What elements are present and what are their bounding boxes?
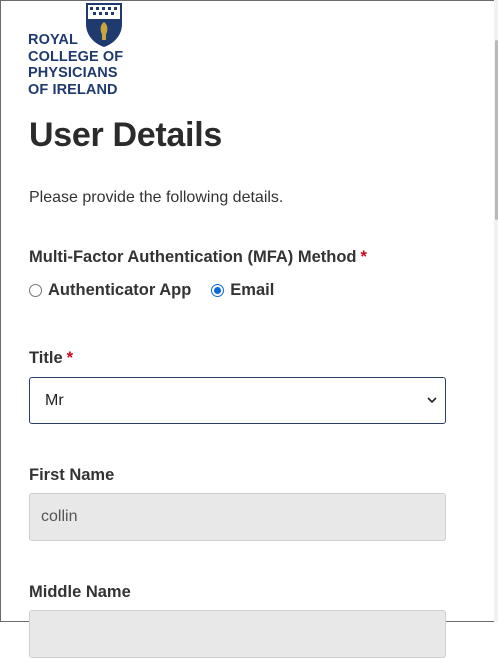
mfa-option-email[interactable]: Email [211,281,274,300]
mfa-radio-group: Authenticator App Email [29,281,294,300]
mfa-label-text: Multi-Factor Authentication (MFA) Method [29,248,357,266]
intro-text: Please provide the following details. [29,189,284,206]
required-marker: * [360,248,367,266]
middle-name-field[interactable] [29,610,446,658]
radio-label: Email [230,281,275,299]
mfa-option-authenticator[interactable]: Authenticator App [29,281,191,300]
radio-authenticator[interactable] [29,284,42,297]
mfa-label: Multi-Factor Authentication (MFA) Method… [29,248,367,267]
logo-line: COLLEGE OF [28,48,124,65]
chevron-down-icon [427,397,437,404]
title-label-text: Title [29,349,63,367]
title-select-value: Mr [45,391,64,409]
radio-label: Authenticator App [48,281,192,299]
first-name-value: collin [41,508,78,525]
title-label: Title * [29,349,73,368]
title-select[interactable]: Mr [29,377,446,424]
first-name-label: First Name [29,466,115,484]
radio-email[interactable] [211,284,225,297]
logo-line: ROYAL [28,32,78,48]
rcpi-logo: ROYAL COLLEGE OF PHYSICIANS OF IRELAND [28,2,128,98]
page-title: User Details [29,116,222,154]
middle-name-label: Middle Name [29,583,131,601]
scrollbar[interactable] [494,0,498,622]
required-marker: * [66,349,74,367]
first-name-field[interactable]: collin [29,493,446,541]
logo-line: OF IRELAND [28,81,118,98]
logo-wordmark: ROYAL COLLEGE OF PHYSICIANS OF IRELAND [28,32,123,98]
logo-line: PHYSICIANS [28,65,118,81]
